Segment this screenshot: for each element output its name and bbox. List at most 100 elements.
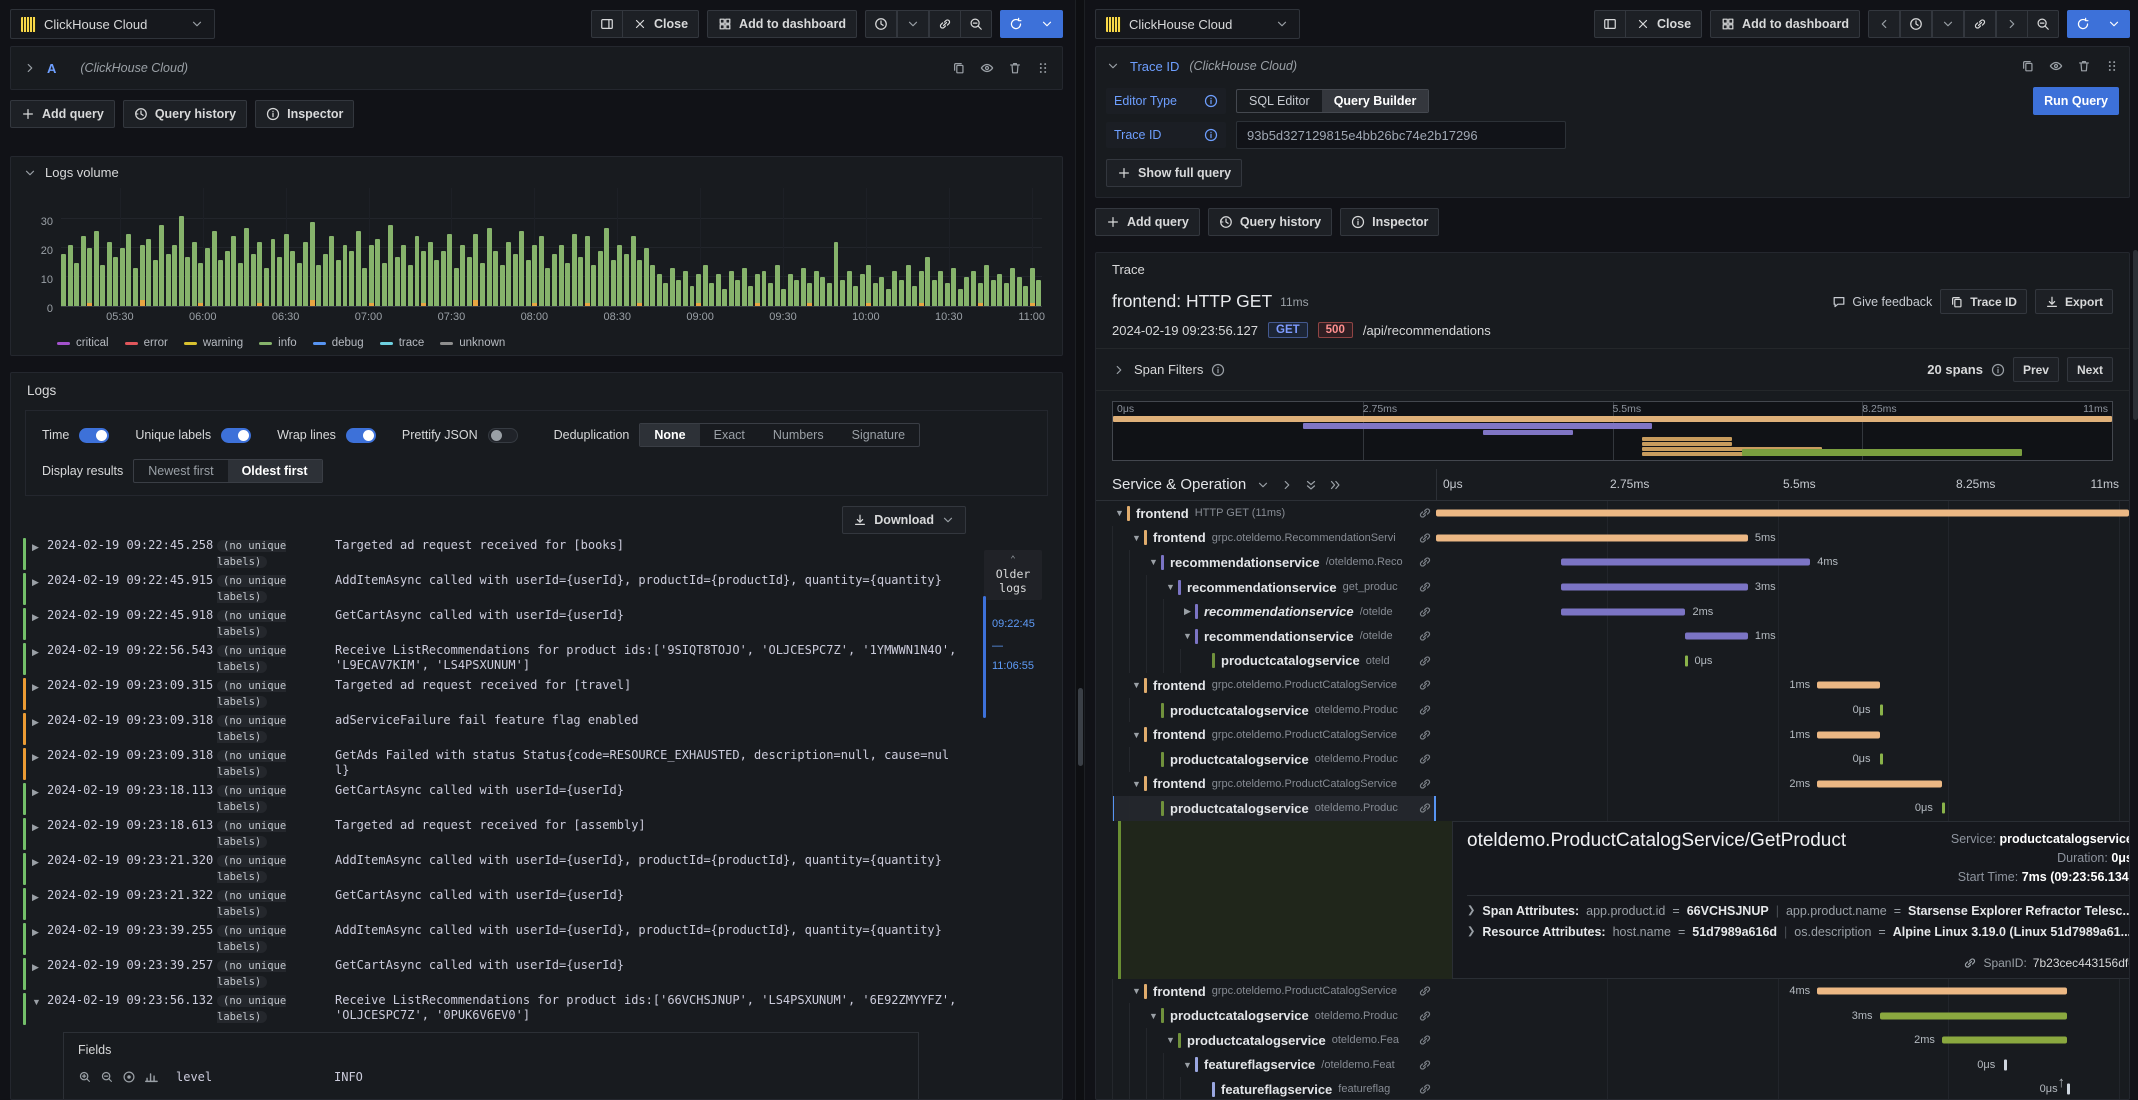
log-row[interactable]: ▶ 2024-02-19 09:23:09.318 (no unique label… xyxy=(23,711,961,746)
delete-query-icon[interactable] xyxy=(1008,61,1022,75)
scroll-to-top-button[interactable]: ↑ xyxy=(2058,1074,2066,1091)
span-duration-bar[interactable] xyxy=(1817,731,1880,739)
span-link-icon[interactable] xyxy=(1418,1009,1432,1023)
add-query-button-left[interactable]: Add query xyxy=(10,100,115,128)
download-button[interactable]: Download xyxy=(842,506,966,534)
legend-item-warning[interactable]: warning xyxy=(183,337,243,349)
span-expand-chevron[interactable]: ▼ xyxy=(1112,508,1127,518)
copy-trace-id-button[interactable]: Trace ID xyxy=(1940,289,2027,314)
share-link-button-left[interactable] xyxy=(929,10,961,38)
log-row[interactable]: ▶ 2024-02-19 09:23:09.315 (no unique label… xyxy=(23,676,961,711)
refresh-interval-dropdown-right[interactable] xyxy=(2099,10,2130,38)
span-duration-tick[interactable] xyxy=(1941,802,1945,814)
disable-query-icon[interactable] xyxy=(2049,59,2063,73)
export-trace-button[interactable]: Export xyxy=(2034,289,2113,314)
log-expand-chevron[interactable]: ▶ xyxy=(32,783,47,815)
log-row[interactable]: ▼ 2024-02-19 09:23:56.132 (no unique label… xyxy=(23,991,961,1026)
prettify-json-toggle[interactable] xyxy=(487,427,518,443)
span-row[interactable]: ▼ recommendationservice get_produc 3ms xyxy=(1112,574,2129,600)
span-link-icon[interactable] xyxy=(1418,629,1432,643)
span-link-icon[interactable] xyxy=(1418,984,1432,998)
span-row[interactable]: ▼ productcatalogservice oteldemo.Fea 2ms xyxy=(1112,1027,2129,1053)
collapse-all-icon[interactable] xyxy=(1304,478,1318,492)
query-history-button-left[interactable]: Query history xyxy=(122,100,248,128)
time-picker-dropdown-right[interactable] xyxy=(1932,10,1964,38)
span-duration-bar[interactable] xyxy=(1436,534,1748,542)
span-row[interactable]: ▼ frontend grpc.oteldemo.ProductCatalogSer… xyxy=(1112,673,2129,698)
disable-query-icon[interactable] xyxy=(980,61,994,75)
show-full-query-button[interactable]: Show full query xyxy=(1106,159,1243,187)
refresh-button-right[interactable] xyxy=(2067,10,2099,38)
zoom-out-button-right[interactable] xyxy=(2028,10,2059,38)
span-duration-bar[interactable] xyxy=(1817,987,2067,995)
span-expand-chevron[interactable]: ▼ xyxy=(1129,986,1144,996)
editor-type-query-builder[interactable]: Query Builder xyxy=(1321,90,1429,112)
add-to-dashboard-button-right[interactable]: Add to dashboard xyxy=(1710,10,1860,38)
span-row[interactable]: ▼ frontend grpc.oteldemo.ProductCatalogSer… xyxy=(1112,978,2129,1004)
expand-one-icon[interactable] xyxy=(1280,478,1294,492)
query-collapse-chevron[interactable] xyxy=(1106,59,1120,73)
zoom-out-filter-icon[interactable] xyxy=(100,1070,114,1084)
span-duration-bar[interactable] xyxy=(1560,583,1748,591)
span-row[interactable]: productcatalogservice oteldemo.Produc 0μs xyxy=(1112,746,2129,772)
span-expand-chevron[interactable]: ▼ xyxy=(1129,680,1144,690)
time-picker-dropdown-left[interactable] xyxy=(897,10,929,38)
span-filters-label[interactable]: Span Filters xyxy=(1134,362,1203,377)
span-row[interactable]: ▼ frontend grpc.oteldemo.RecommendationSer… xyxy=(1112,525,2129,551)
info-icon[interactable] xyxy=(1204,128,1218,142)
log-expand-chevron[interactable]: ▶ xyxy=(32,538,47,570)
log-expand-chevron[interactable]: ▶ xyxy=(32,818,47,850)
toggle-visibility-icon[interactable] xyxy=(122,1070,136,1084)
span-link-icon[interactable] xyxy=(1418,555,1432,569)
legend-item-trace[interactable]: trace xyxy=(379,337,424,349)
log-expand-chevron[interactable]: ▶ xyxy=(32,713,47,745)
log-row[interactable]: ▶ 2024-02-19 09:23:39.257 (no unique label… xyxy=(23,956,961,991)
span-duration-bar[interactable] xyxy=(1436,509,2129,517)
older-logs-button[interactable]: ⌃ Older logs xyxy=(984,550,1042,600)
datasource-picker-left[interactable]: ClickHouse Cloud xyxy=(10,9,215,39)
query-ref-letter[interactable]: A xyxy=(47,61,56,76)
span-row[interactable]: featureflagservice featureflag 0μs xyxy=(1112,1077,2129,1099)
span-row[interactable]: productcatalogservice oteldemo.Produc 0μs xyxy=(1112,697,2129,723)
log-expand-chevron[interactable]: ▶ xyxy=(32,573,47,605)
span-row[interactable]: ▼ featureflagservice/oteldemo.Feat 0μs xyxy=(1112,1052,2129,1078)
log-expand-chevron[interactable]: ▶ xyxy=(32,748,47,780)
refresh-interval-dropdown-left[interactable] xyxy=(1032,10,1063,38)
log-row[interactable]: ▶ 2024-02-19 09:23:09.318 (no unique label… xyxy=(23,746,961,781)
stats-icon[interactable] xyxy=(144,1070,158,1084)
run-query-button[interactable]: Run Query xyxy=(2033,87,2119,115)
dedup-option-numbers[interactable]: Numbers xyxy=(759,424,838,446)
log-expand-chevron[interactable]: ▶ xyxy=(32,608,47,640)
span-link-icon[interactable] xyxy=(1418,1033,1432,1047)
span-duration-tick[interactable] xyxy=(1879,753,1883,765)
logs-volume-chart[interactable]: 30 20 10 0 05:30 06:00 06:30 07:00 07:30 08:00 08:… xyxy=(23,180,1050,337)
span-link-icon[interactable] xyxy=(1418,801,1432,815)
span-row[interactable]: ▼ frontend grpc.oteldemo.ProductCatalogSer… xyxy=(1112,771,2129,797)
span-duration-bar[interactable] xyxy=(1817,681,1880,689)
query-history-button-right[interactable]: Query history xyxy=(1207,208,1333,236)
dedup-option-none[interactable]: None xyxy=(640,424,700,446)
add-query-button-right[interactable]: Add query xyxy=(1095,208,1200,236)
time-picker-button-right[interactable] xyxy=(1900,10,1932,38)
span-duration-bar[interactable] xyxy=(1879,1012,2067,1020)
refresh-button-left[interactable] xyxy=(1000,10,1032,38)
span-row[interactable]: ▼ productcatalogservice oteldemo.Produc 3ms xyxy=(1112,1003,2129,1028)
span-link-icon[interactable] xyxy=(1418,605,1432,619)
span-link-icon[interactable] xyxy=(1418,506,1432,520)
span-attributes-row[interactable]: ❯ Span Attributes: app.product.id = 66VCHSJ… xyxy=(1467,904,2129,918)
inspector-button-left[interactable]: Inspector xyxy=(255,100,355,128)
log-expand-chevron[interactable]: ▶ xyxy=(32,678,47,710)
span-duration-tick[interactable] xyxy=(2004,1059,2008,1071)
divider-scrollbar-thumb[interactable] xyxy=(1078,688,1083,766)
span-duration-bar[interactable] xyxy=(1560,558,1811,566)
span-link-icon[interactable] xyxy=(1418,777,1432,791)
span-filters-chevron[interactable] xyxy=(1112,363,1126,377)
trace-id-input[interactable]: 93b5d327129815e4bb26bc74e2b17296 xyxy=(1236,121,1566,149)
span-expand-chevron[interactable]: ▼ xyxy=(1180,631,1195,641)
log-row[interactable]: ▶ 2024-02-19 09:22:45.918 (no unique label… xyxy=(23,606,961,641)
log-row[interactable]: ▶ 2024-02-19 09:22:45.915 (no unique label… xyxy=(23,571,961,606)
dedup-option-exact[interactable]: Exact xyxy=(700,424,759,446)
log-expand-chevron[interactable]: ▶ xyxy=(32,853,47,885)
editor-type-sql-editor[interactable]: SQL Editor xyxy=(1237,90,1322,112)
span-link-icon[interactable] xyxy=(1418,580,1432,594)
